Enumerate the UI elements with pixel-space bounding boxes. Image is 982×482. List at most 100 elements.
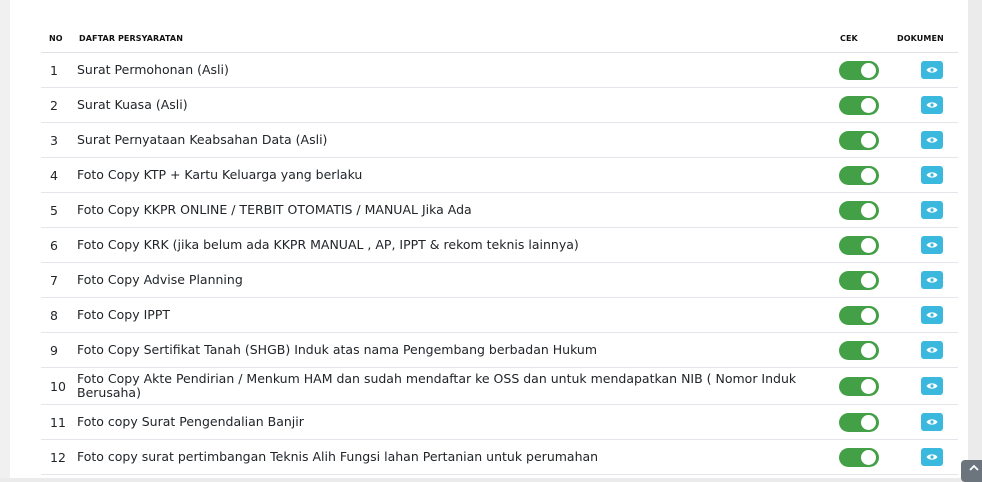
toggle-knob — [861, 272, 876, 288]
row-number: 5 — [41, 192, 71, 228]
check-toggle[interactable] — [839, 165, 879, 185]
view-document-button[interactable] — [921, 377, 943, 395]
row-number: 10 — [41, 367, 71, 405]
requirement-name: Foto copy Surat Pengendalian Banjir — [71, 404, 837, 440]
check-toggle[interactable] — [839, 412, 879, 432]
requirement-name: Foto Copy Akte Pendirian / Menkum HAM da… — [71, 367, 837, 405]
view-document-button[interactable] — [921, 413, 943, 431]
table-row: 8 Foto Copy IPPT — [41, 297, 958, 333]
table-row: 2 Surat Kuasa (Asli) — [41, 87, 958, 123]
check-toggle[interactable] — [839, 270, 879, 290]
check-cell — [837, 297, 892, 333]
toggle-knob — [861, 97, 876, 113]
page-gutter-right — [968, 0, 982, 478]
view-document-button[interactable] — [921, 131, 943, 149]
check-cell — [837, 122, 892, 158]
header-no: NO — [41, 24, 71, 53]
header-check: CEK — [837, 24, 892, 53]
view-document-button[interactable] — [921, 61, 943, 79]
eye-icon — [926, 347, 938, 353]
table-row: 1 Surat Permohonan (Asli) — [41, 52, 958, 88]
requirement-name: Foto Copy Advise Planning — [71, 262, 837, 298]
row-number: 1 — [41, 52, 71, 88]
requirement-name: Foto Copy IPPT — [71, 297, 837, 333]
check-toggle[interactable] — [839, 447, 879, 467]
table-row: 9 Foto Copy Sertifikat Tanah (SHGB) Induk… — [41, 332, 958, 368]
table-row: 5 Foto Copy KKPR ONLINE / TERBIT OTOMATIS… — [41, 192, 958, 228]
scroll-to-top-button[interactable] — [961, 460, 982, 482]
table-row: 12 Foto copy surat pertimbangan Teknis Al… — [41, 439, 958, 475]
document-cell — [892, 332, 958, 368]
eye-icon — [926, 454, 938, 460]
toggle-knob — [861, 414, 876, 430]
row-number: 7 — [41, 262, 71, 298]
check-toggle[interactable] — [839, 305, 879, 325]
view-document-button[interactable] — [921, 271, 943, 289]
check-cell — [837, 367, 892, 405]
view-document-button[interactable] — [921, 236, 943, 254]
check-toggle[interactable] — [839, 130, 879, 150]
eye-icon — [926, 67, 938, 73]
eye-icon — [926, 312, 938, 318]
row-number: 12 — [41, 439, 71, 475]
table-row: 7 Foto Copy Advise Planning — [41, 262, 958, 298]
document-cell — [892, 297, 958, 333]
check-cell — [837, 227, 892, 263]
page-gutter-left — [0, 0, 10, 478]
check-toggle[interactable] — [839, 376, 879, 396]
check-cell — [837, 52, 892, 88]
eye-icon — [926, 137, 938, 143]
toggle-knob — [861, 62, 876, 78]
eye-icon — [926, 172, 938, 178]
table-row: 4 Foto Copy KTP + Kartu Keluarga yang ber… — [41, 157, 958, 193]
row-number: 3 — [41, 122, 71, 158]
toggle-knob — [861, 449, 876, 465]
check-toggle[interactable] — [839, 95, 879, 115]
eye-icon — [926, 207, 938, 213]
toggle-knob — [861, 342, 876, 358]
view-document-button[interactable] — [921, 341, 943, 359]
check-toggle[interactable] — [839, 235, 879, 255]
document-cell — [892, 122, 958, 158]
toggle-knob — [861, 237, 876, 253]
eye-icon — [926, 102, 938, 108]
requirement-name: Foto Copy KRK (jika belum ada KKPR MANUA… — [71, 227, 837, 263]
document-cell — [892, 439, 958, 475]
view-document-button[interactable] — [921, 96, 943, 114]
requirement-name: Surat Permohonan (Asli) — [71, 52, 837, 88]
requirements-table: NO DAFTAR PERSYARATAN CEK DOKUMEN 1 Surat… — [41, 24, 958, 475]
row-number: 9 — [41, 332, 71, 368]
table-row: 11 Foto copy Surat Pengendalian Banjir — [41, 404, 958, 440]
document-cell — [892, 404, 958, 440]
row-number: 4 — [41, 157, 71, 193]
check-cell — [837, 87, 892, 123]
check-cell — [837, 332, 892, 368]
check-cell — [837, 404, 892, 440]
document-cell — [892, 367, 958, 405]
document-cell — [892, 157, 958, 193]
document-cell — [892, 87, 958, 123]
document-cell — [892, 52, 958, 88]
requirements-card: NO DAFTAR PERSYARATAN CEK DOKUMEN 1 Surat… — [10, 0, 968, 478]
check-toggle[interactable] — [839, 200, 879, 220]
view-document-button[interactable] — [921, 306, 943, 324]
eye-icon — [926, 419, 938, 425]
check-toggle[interactable] — [839, 340, 879, 360]
view-document-button[interactable] — [921, 201, 943, 219]
check-toggle[interactable] — [839, 60, 879, 80]
row-number: 2 — [41, 87, 71, 123]
header-requirements: DAFTAR PERSYARATAN — [71, 24, 837, 53]
toggle-knob — [861, 307, 876, 323]
document-cell — [892, 227, 958, 263]
row-number: 8 — [41, 297, 71, 333]
requirement-name: Foto copy surat pertimbangan Teknis Alih… — [71, 439, 837, 475]
toggle-knob — [861, 132, 876, 148]
requirement-name: Foto Copy Sertifikat Tanah (SHGB) Induk … — [71, 332, 837, 368]
view-document-button[interactable] — [921, 166, 943, 184]
document-cell — [892, 262, 958, 298]
header-document: DOKUMEN — [892, 24, 958, 53]
chevron-up-icon — [969, 464, 979, 471]
eye-icon — [926, 383, 938, 389]
view-document-button[interactable] — [921, 448, 943, 466]
table-row: 6 Foto Copy KRK (jika belum ada KKPR MANU… — [41, 227, 958, 263]
